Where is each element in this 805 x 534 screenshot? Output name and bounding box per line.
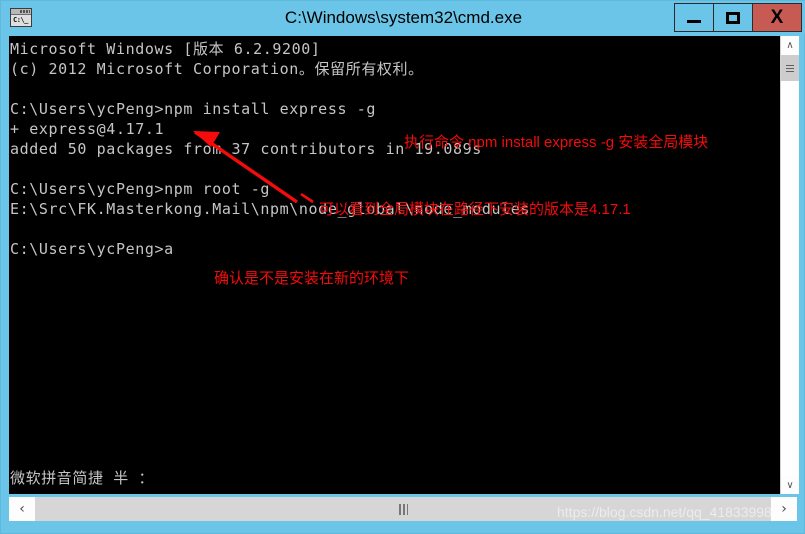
cmd-window-icon: C:\_ [10, 8, 32, 27]
cmd-window: C:\_ C:\Windows\system32\cmd.exe X Micro… [0, 0, 805, 534]
icon-prompt-text: C:\_ [13, 16, 28, 24]
scrollbar-grip-icon [398, 503, 408, 515]
icon-dots [20, 10, 30, 13]
console-output-area[interactable]: Microsoft Windows [版本 6.2.9200] (c) 2012… [9, 36, 780, 494]
scroll-left-icon[interactable]: ‹ [9, 497, 35, 521]
horizontal-scrollbar[interactable]: ‹ › [9, 497, 797, 521]
scrollbar-grip-icon [786, 64, 794, 72]
scroll-right-icon[interactable]: › [771, 497, 797, 521]
horizontal-scrollbar-thumb[interactable] [35, 497, 771, 521]
annotation-install-command: 执行命令 npm install express -g 安装全局模块 [404, 134, 709, 151]
annotation-global-version: 可以看到全局模块在路径下安装的版本是4.17.1 [319, 201, 631, 218]
scroll-down-icon[interactable]: ∨ [781, 476, 799, 494]
vertical-scrollbar[interactable]: ∧ ∨ [780, 36, 799, 494]
maximize-button[interactable] [713, 3, 753, 32]
window-titlebar[interactable]: C:\_ C:\Windows\system32\cmd.exe X [1, 1, 805, 34]
minimize-button[interactable] [674, 3, 714, 32]
ime-status-line: 微软拼音简捷 半 ： [10, 469, 155, 487]
vertical-scrollbar-thumb[interactable] [781, 55, 799, 81]
minimize-icon [687, 19, 701, 23]
close-icon: X [770, 7, 784, 28]
annotation-confirm-env: 确认是不是安装在新的环境下 [214, 270, 410, 287]
scroll-up-icon[interactable]: ∧ [781, 36, 799, 54]
maximize-icon [726, 11, 740, 24]
close-button[interactable]: X [752, 3, 802, 32]
icon-titlestrip [11, 9, 31, 15]
window-controls: X [674, 3, 802, 32]
